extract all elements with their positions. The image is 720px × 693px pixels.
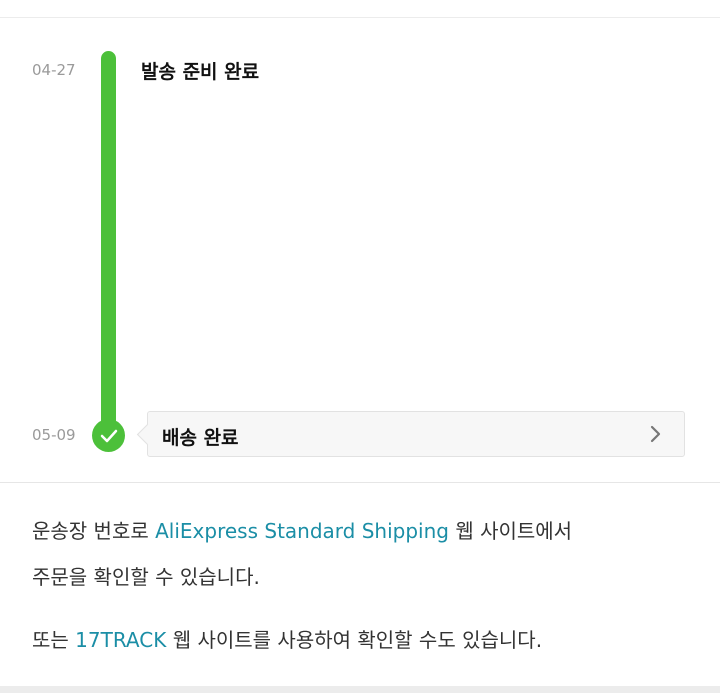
track-info-suffix: 웹 사이트를 사용하여 확인할 수도 있습니다. xyxy=(166,628,543,652)
17track-link[interactable]: 17TRACK xyxy=(75,628,166,652)
track-info-prefix: 또는 xyxy=(32,628,76,652)
bottom-divider xyxy=(0,686,720,693)
chevron-right-icon xyxy=(650,425,661,443)
carrier-website-link[interactable]: AliExpress Standard Shipping xyxy=(155,519,449,543)
delivered-event-card[interactable]: 배송 완료 xyxy=(147,411,685,457)
event-title-delivered: 배송 완료 xyxy=(162,427,239,449)
top-divider xyxy=(0,17,720,18)
check-icon xyxy=(92,419,125,452)
order-check-text: 주문을 확인할 수 있습니다. xyxy=(32,565,260,589)
event-date-ready: 04-27 xyxy=(32,61,76,79)
carrier-info-line: 운송장 번호로 AliExpress Standard Shipping 웹 사… xyxy=(32,519,572,543)
event-date-delivered: 05-09 xyxy=(32,426,76,444)
event-title-ready: 발송 준비 완료 xyxy=(141,61,260,83)
carrier-info-prefix: 운송장 번호로 xyxy=(32,519,156,543)
carrier-info-suffix: 웹 사이트에서 xyxy=(448,519,573,543)
timeline-progress-bar xyxy=(101,51,116,435)
section-divider xyxy=(0,482,720,483)
track-info-line: 또는 17TRACK 웹 사이트를 사용하여 확인할 수도 있습니다. xyxy=(32,628,542,652)
